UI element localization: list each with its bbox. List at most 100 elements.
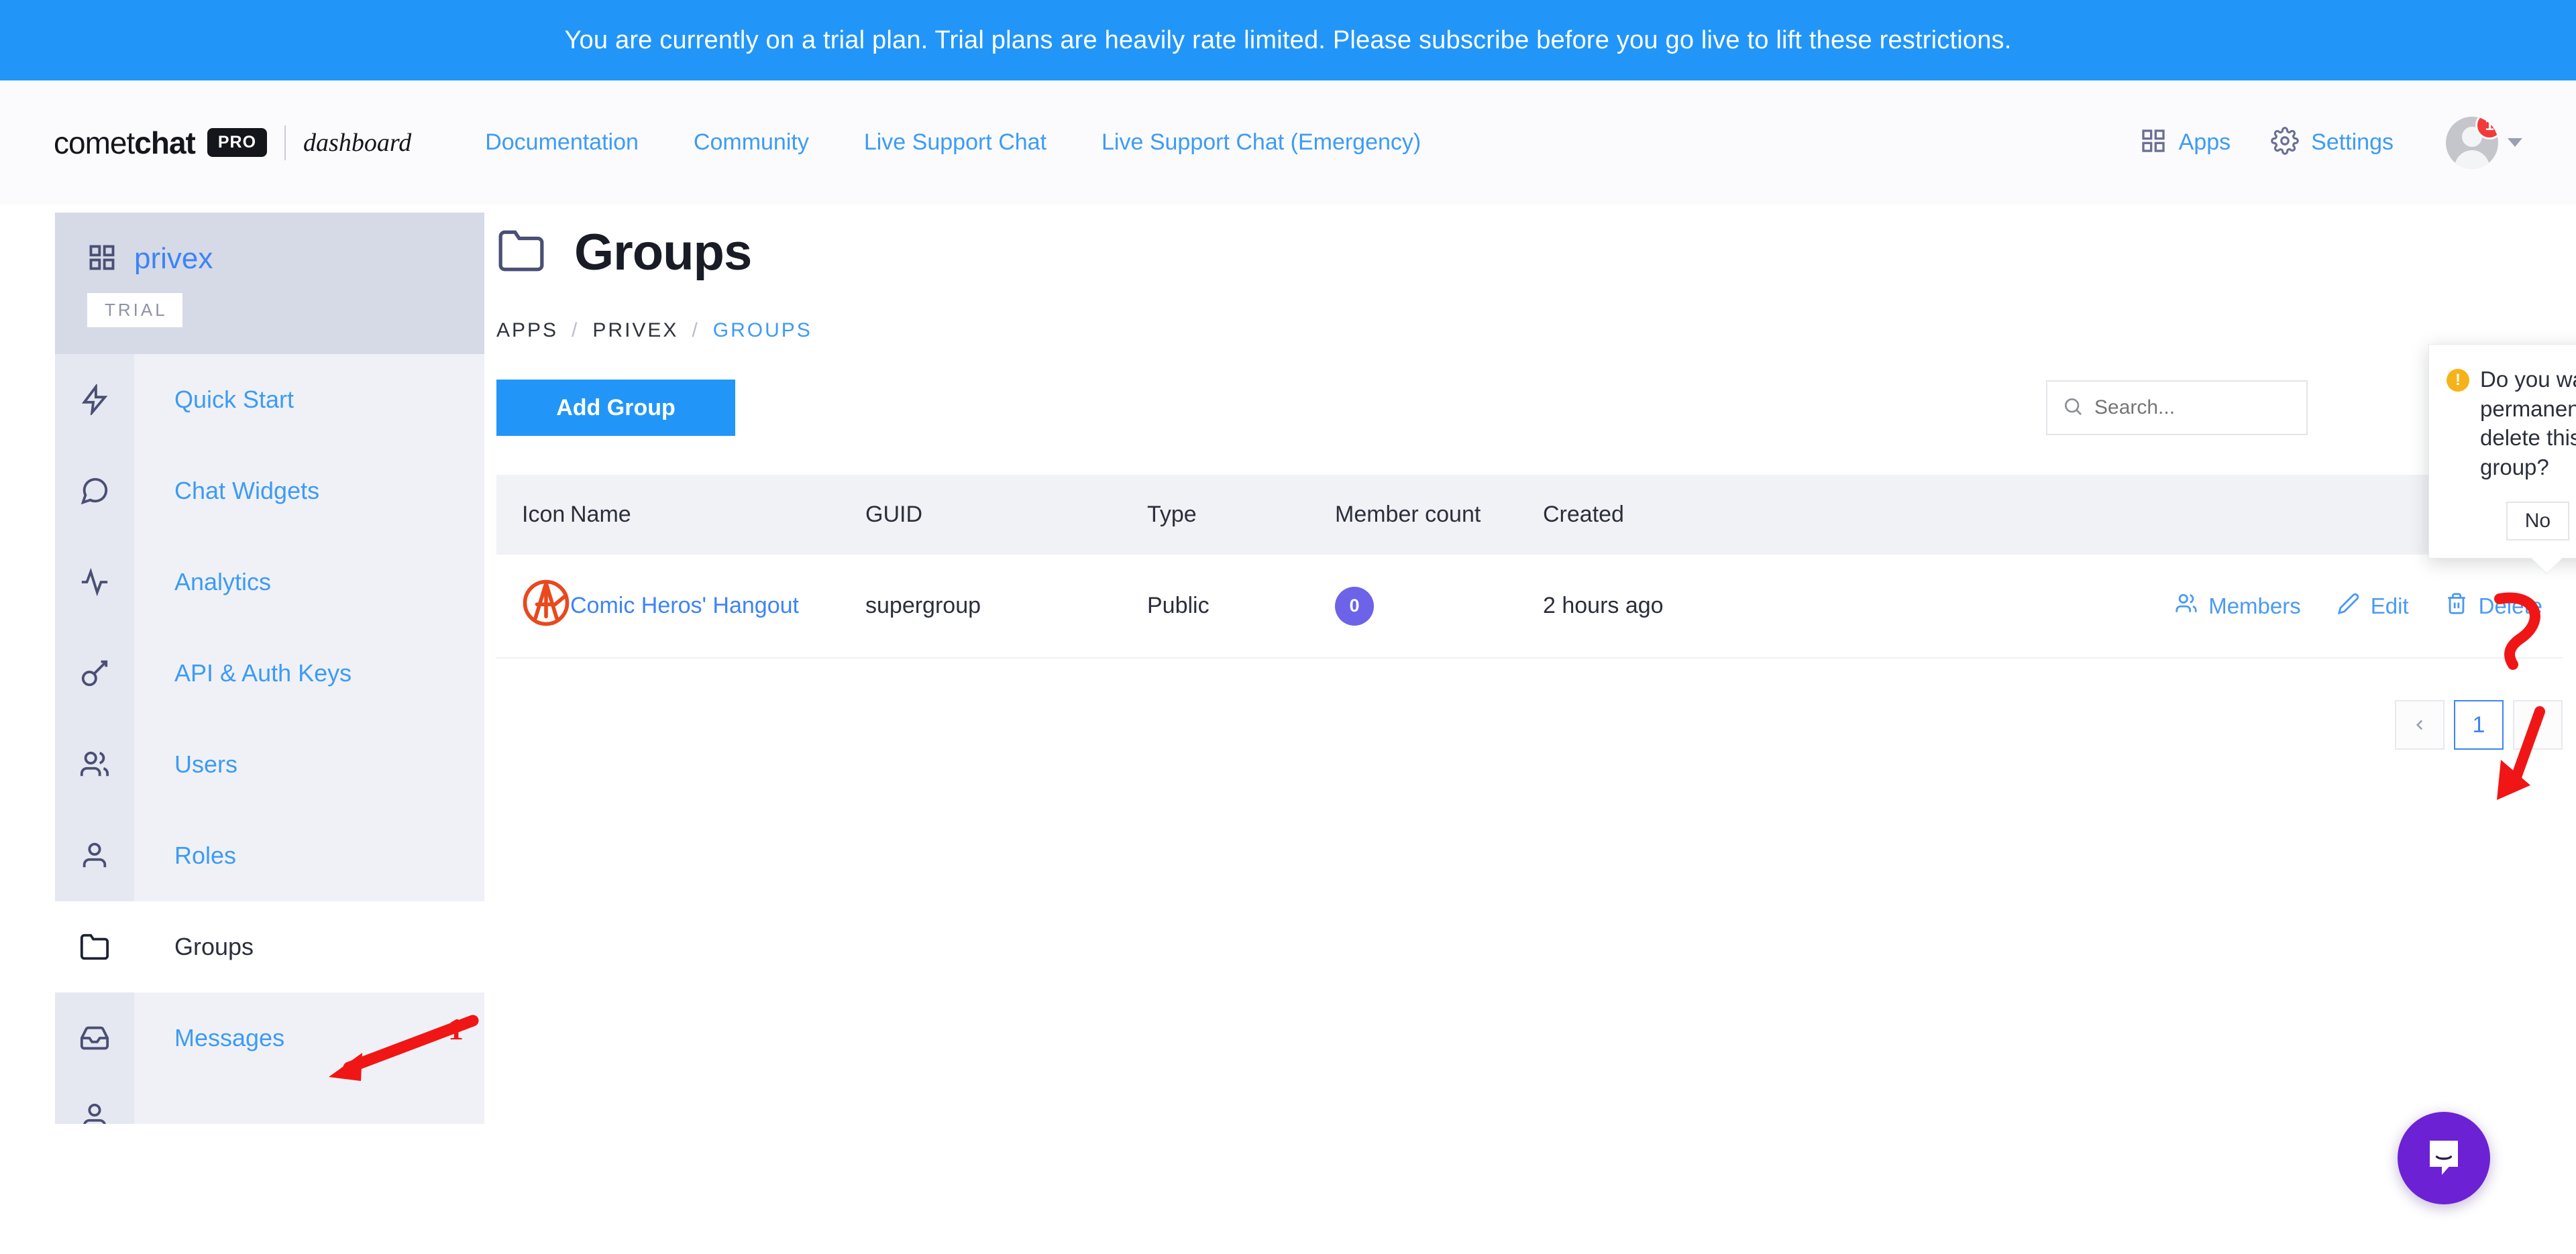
sidebar-item-groups[interactable]: Groups xyxy=(55,901,484,992)
table-header: Icon Name GUID Type Member count Created xyxy=(496,475,2563,555)
exclamation-circle-icon: ! xyxy=(2447,369,2469,392)
folder-icon xyxy=(55,901,134,992)
folder-icon xyxy=(496,226,546,279)
pagination-next-button[interactable] xyxy=(2513,700,2563,750)
action-row: Add Group xyxy=(496,380,2576,436)
column-header-guid: GUID xyxy=(865,475,1147,555)
column-header-name: Name xyxy=(570,475,865,555)
delete-button[interactable]: Delete xyxy=(2445,592,2542,620)
notification-badge: 1 xyxy=(2475,117,2498,139)
column-header-icon: Icon xyxy=(496,475,570,555)
grid-icon xyxy=(2140,127,2167,158)
sidebar-item-analytics[interactable]: Analytics xyxy=(55,536,484,628)
cell-actions: Members Edit xyxy=(1825,555,2563,658)
search-input[interactable] xyxy=(2094,396,2292,419)
cell-name: Comic Heros' Hangout xyxy=(570,555,865,658)
sidebar-item-api-auth-keys[interactable]: API & Auth Keys xyxy=(55,628,484,719)
cell-type: Public xyxy=(1147,555,1335,658)
person-icon xyxy=(55,810,134,901)
edit-label: Edit xyxy=(2371,593,2409,619)
edit-button[interactable]: Edit xyxy=(2337,592,2409,620)
column-header-type: Type xyxy=(1147,475,1335,555)
pulse-icon xyxy=(55,536,134,628)
sidebar-item-quick-start[interactable]: Quick Start xyxy=(55,354,484,445)
breadcrumb-item-groups[interactable]: GROUPS xyxy=(713,319,812,342)
sidebar-item-label: Chat Widgets xyxy=(134,477,319,505)
person-icon xyxy=(55,1084,134,1124)
gear-icon xyxy=(2271,127,2299,158)
breadcrumb-item-apps[interactable]: APPS xyxy=(496,319,558,342)
cell-icon xyxy=(496,555,570,658)
members-button[interactable]: Members xyxy=(2175,592,2301,620)
pencil-icon xyxy=(2337,592,2360,620)
brand-logo[interactable]: cometchat PRO dashboard xyxy=(54,125,411,161)
brand-divider xyxy=(284,125,286,160)
sidebar-item-users[interactable]: Users xyxy=(55,719,484,810)
table-row[interactable]: Comic Heros' Hangout supergroup Public 0… xyxy=(496,555,2563,658)
intercom-launcher-button[interactable] xyxy=(2398,1112,2490,1204)
users-icon xyxy=(2175,592,2198,620)
sidebar-item-label: Groups xyxy=(134,933,254,961)
user-menu[interactable]: 1 xyxy=(2446,117,2522,169)
brand-wordmark: cometchat xyxy=(54,125,195,161)
nav-link-community[interactable]: Community xyxy=(694,129,809,156)
app-name: privex xyxy=(134,242,213,276)
avengers-logo-icon xyxy=(522,607,570,632)
page-title: Groups xyxy=(574,223,751,282)
plan-badge: TRIAL xyxy=(87,293,182,327)
apps-button[interactable]: Apps xyxy=(2140,127,2231,158)
table-header-row: Icon Name GUID Type Member count Created xyxy=(496,475,2563,555)
cell-created: 2 hours ago xyxy=(1543,555,1825,658)
pagination-prev-button[interactable] xyxy=(2395,700,2445,750)
sidebar-item-label: Users xyxy=(134,750,237,779)
column-header-created: Created xyxy=(1543,475,1825,555)
main-content: Groups APPS / PRIVEX / GROUPS Add Group xyxy=(429,205,2576,1254)
users-icon xyxy=(55,719,134,810)
sidebar-item-label: Analytics xyxy=(134,568,271,596)
search-box[interactable] xyxy=(2046,380,2308,435)
cell-guid: supergroup xyxy=(865,555,1147,658)
intercom-chat-icon xyxy=(2420,1133,2468,1184)
nav-link-live-support-chat[interactable]: Live Support Chat xyxy=(864,129,1046,156)
apps-label: Apps xyxy=(2179,129,2231,156)
group-name-link[interactable]: Comic Heros' Hangout xyxy=(570,593,799,618)
nav-link-live-support-chat-emergency[interactable]: Live Support Chat (Emergency) xyxy=(1102,129,1421,156)
popover-message: Do you want to permanently delete this g… xyxy=(2480,365,2576,481)
popover-no-button[interactable]: No xyxy=(2506,502,2569,540)
sidebar-item-messages[interactable]: Messages xyxy=(55,992,484,1084)
pro-badge: PRO xyxy=(207,128,267,157)
sidebar-item-roles[interactable]: Roles xyxy=(55,810,484,901)
pagination-page-1[interactable]: 1 xyxy=(2454,700,2504,750)
sidebar-item-partial[interactable] xyxy=(55,1084,484,1124)
member-count-badge: 0 xyxy=(1335,587,1374,626)
brand-name-light: comet xyxy=(54,125,134,160)
chevron-down-icon[interactable] xyxy=(2508,138,2522,147)
table-body: Comic Heros' Hangout supergroup Public 0… xyxy=(496,555,2563,658)
settings-button[interactable]: Settings xyxy=(2271,127,2394,158)
breadcrumb: APPS / PRIVEX / GROUPS xyxy=(496,319,2576,342)
row-actions: Members Edit xyxy=(1825,592,2542,620)
pagination: 1 xyxy=(496,700,2563,750)
sidebar-item-chat-widgets[interactable]: Chat Widgets xyxy=(55,445,484,536)
top-nav-right-group: Apps Settings 1 xyxy=(2140,117,2522,169)
members-label: Members xyxy=(2208,593,2301,619)
add-group-button[interactable]: Add Group xyxy=(496,380,735,436)
trash-icon xyxy=(2445,592,2468,620)
sidebar-nav-list: Quick Start Chat Widgets xyxy=(55,354,484,1124)
sidebar-item-label: Messages xyxy=(134,1024,284,1052)
nav-link-documentation[interactable]: Documentation xyxy=(485,129,639,156)
cell-member-count: 0 xyxy=(1335,555,1543,658)
delete-confirm-popover: ! Do you want to permanently delete this… xyxy=(2428,344,2576,559)
search-icon xyxy=(2062,396,2084,420)
groups-table: Icon Name GUID Type Member count Created xyxy=(496,475,2563,659)
breadcrumb-item-privex[interactable]: PRIVEX xyxy=(592,319,678,342)
sidebar: privex TRIAL Quick Start xyxy=(0,205,429,1254)
avatar[interactable]: 1 xyxy=(2446,117,2498,169)
key-icon xyxy=(55,628,134,719)
inbox-icon xyxy=(55,992,134,1084)
brand-name-bold: chat xyxy=(134,125,195,160)
trial-plan-banner: You are currently on a trial plan. Trial… xyxy=(0,0,2576,80)
app-card[interactable]: privex TRIAL xyxy=(55,213,484,354)
delete-label: Delete xyxy=(2479,593,2542,619)
settings-label: Settings xyxy=(2311,129,2394,156)
